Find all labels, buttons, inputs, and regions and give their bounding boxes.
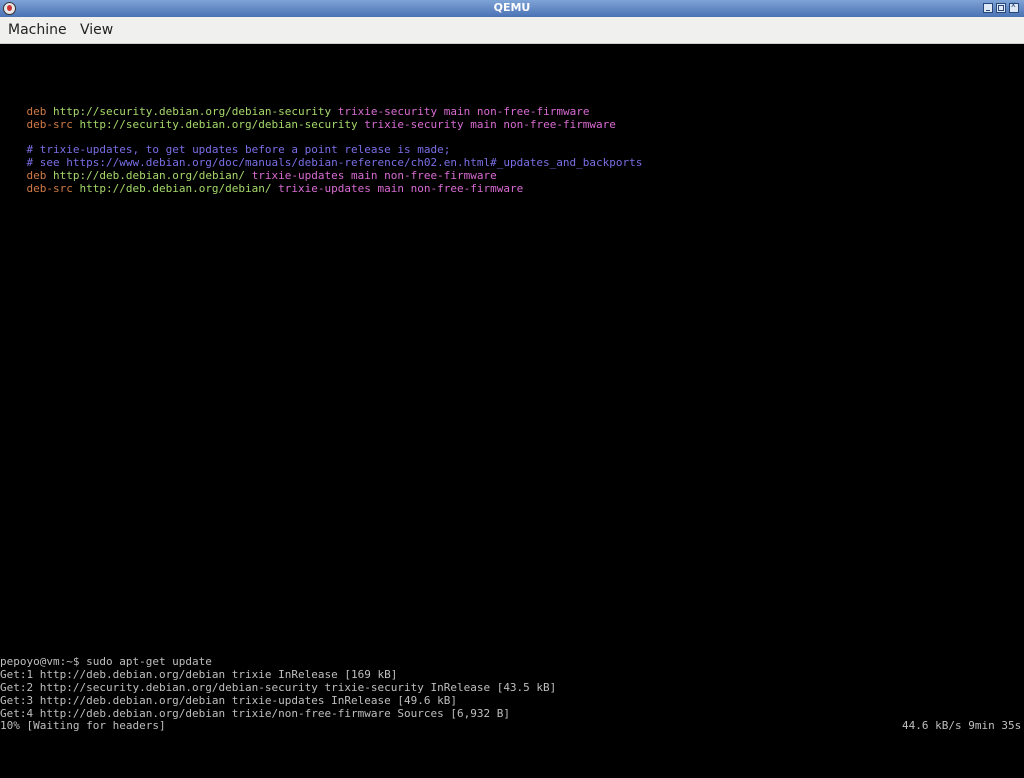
menu-view[interactable]: View [80,22,113,38]
window-title: QEMU [493,1,531,14]
sources-line: deb http://security.debian.org/debian-se… [0,92,590,118]
comment-line: # see https://www.debian.org/doc/manuals… [0,143,643,169]
line-url: http://deb.debian.org/debian/ [79,182,272,195]
apt-output-line: Get:3 http://deb.debian.org/debian trixi… [0,694,457,707]
close-button[interactable] [1009,0,1019,13]
download-rate: 44.6 kB/s 9min 35s [902,719,1022,732]
apt-output-line: Get:2 http://security.debian.org/debian-… [0,681,557,694]
minimize-button[interactable] [983,3,993,13]
comment-line: # trixie-updates, to get updates before … [0,130,451,156]
line-keyword: deb-src [26,182,73,195]
apt-progress: 10% [Waiting for headers] [0,719,166,732]
apt-output-line: Get:1 http://deb.debian.org/debian trixi… [0,668,398,681]
title-bar[interactable]: QEMU [0,0,1024,17]
line-suite: trixie-updates main non-free-firmware [278,182,524,195]
shell-prompt: pepoyo@vm:~$ sudo apt-get update [0,655,212,668]
menu-machine[interactable]: Machine [8,22,67,38]
maximize-button[interactable] [996,3,1006,13]
terminal-screen[interactable]: deb http://security.debian.org/debian-se… [0,44,1024,778]
menu-bar: Machine View [0,17,1024,44]
sources-line: deb-src http://security.debian.org/debia… [0,105,616,131]
sources-line: deb http://deb.debian.org/debian/ trixie… [0,156,497,182]
sources-line: deb-src http://deb.debian.org/debian/ tr… [0,169,524,195]
